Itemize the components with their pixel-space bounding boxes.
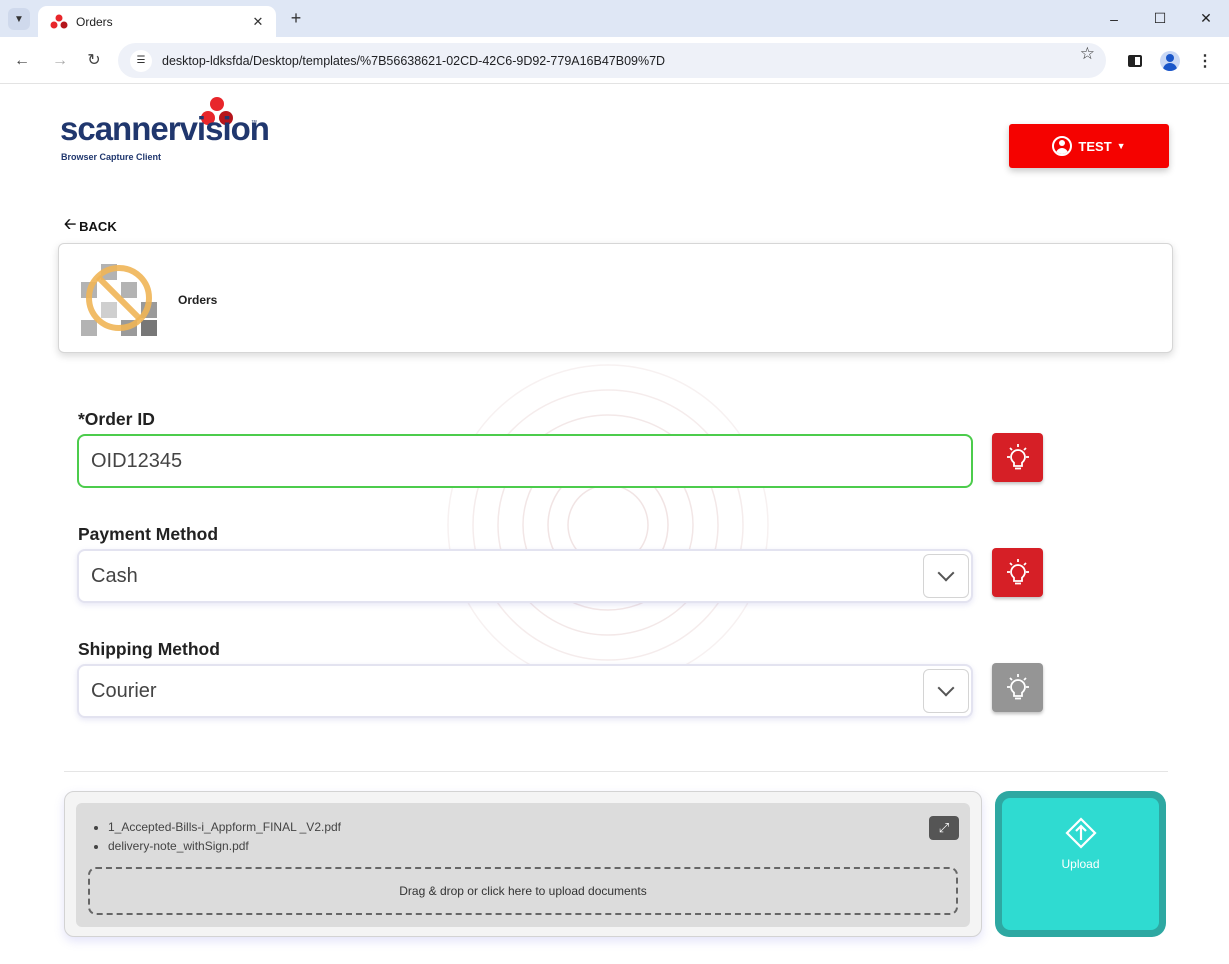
payment-method-hint-button[interactable] bbox=[992, 548, 1043, 597]
shipping-method-select[interactable]: Courier bbox=[77, 664, 973, 718]
forward-arrow-icon[interactable]: → bbox=[48, 49, 72, 73]
side-panel-icon[interactable] bbox=[1125, 51, 1145, 71]
back-arrow-icon[interactable]: ← bbox=[10, 49, 34, 73]
order-id-label: *Order ID bbox=[78, 409, 155, 429]
logo-trademark: ™ bbox=[251, 120, 257, 126]
browser-tab-strip: ▼ Orders ✕ + – ☐ ✕ bbox=[0, 0, 1229, 37]
site-info-icon[interactable]: ☰ bbox=[130, 49, 152, 72]
order-id-value: OID12345 bbox=[91, 449, 183, 472]
scannervision-favicon-icon bbox=[50, 14, 68, 28]
tab-search-button[interactable]: ▼ bbox=[8, 8, 30, 30]
minimize-button[interactable]: – bbox=[1091, 0, 1137, 37]
browser-tab[interactable]: Orders ✕ bbox=[38, 6, 276, 37]
new-tab-button[interactable]: + bbox=[285, 8, 307, 30]
document-type-title: Orders bbox=[178, 293, 218, 307]
url-text: desktop-ldksfda/Desktop/templates/%7B566… bbox=[162, 53, 666, 68]
address-bar[interactable]: ☰ desktop-ldksfda/Desktop/templates/%7B5… bbox=[118, 43, 1106, 78]
tab-title: Orders bbox=[76, 14, 113, 29]
uploaded-file-item[interactable]: delivery-note_withSign.pdf bbox=[108, 837, 341, 856]
back-link-label: BACK bbox=[79, 219, 117, 234]
upload-button[interactable]: Upload bbox=[995, 791, 1166, 937]
logo-text: scannervision bbox=[60, 110, 270, 147]
chevron-down-icon bbox=[937, 679, 955, 697]
scannervision-logo: scannervision ™ Browser Capture Client bbox=[60, 96, 280, 168]
tab-close-icon[interactable]: ✕ bbox=[250, 14, 266, 30]
shipping-method-value: Courier bbox=[91, 679, 157, 702]
arrow-left-icon: 🡠 bbox=[64, 216, 77, 233]
close-window-button[interactable]: ✕ bbox=[1183, 0, 1229, 37]
drop-zone-text: Drag & drop or click here to upload docu… bbox=[399, 884, 647, 898]
window-controls: – ☐ ✕ bbox=[1091, 0, 1229, 37]
upload-diamond-icon bbox=[1065, 817, 1097, 849]
drop-zone[interactable]: Drag & drop or click here to upload docu… bbox=[88, 867, 958, 915]
user-menu-label: TEST bbox=[1078, 138, 1112, 154]
uploaded-files-area: 1_Accepted-Bills-i_Appform_FINAL _V2.pdf… bbox=[76, 803, 970, 927]
upload-button-label: Upload bbox=[1061, 857, 1100, 871]
uploaded-file-list: 1_Accepted-Bills-i_Appform_FINAL _V2.pdf… bbox=[108, 818, 341, 856]
profile-icon[interactable] bbox=[1160, 51, 1180, 71]
browser-toolbar: ← → ↻ ☰ desktop-ldksfda/Desktop/template… bbox=[0, 37, 1229, 84]
upload-button-face: Upload bbox=[1002, 798, 1159, 930]
maximize-button[interactable]: ☐ bbox=[1137, 0, 1183, 37]
payment-method-dropdown-button[interactable] bbox=[923, 554, 969, 598]
order-id-hint-button[interactable] bbox=[992, 433, 1043, 482]
no-preview-icon bbox=[81, 264, 157, 336]
bookmark-star-icon[interactable]: ☆ bbox=[1080, 44, 1095, 64]
payment-method-value: Cash bbox=[91, 564, 138, 587]
upload-panel: 1_Accepted-Bills-i_Appform_FINAL _V2.pdf… bbox=[64, 791, 982, 937]
lightbulb-icon bbox=[1006, 443, 1029, 469]
payment-method-label: Payment Method bbox=[78, 524, 219, 544]
user-menu-button[interactable]: TEST ▼ bbox=[1009, 124, 1169, 168]
shipping-method-label: Shipping Method bbox=[78, 639, 220, 659]
document-type-card: Orders bbox=[58, 243, 1173, 353]
expand-icon[interactable]: ⤢ bbox=[929, 816, 959, 840]
lightbulb-icon bbox=[1006, 673, 1029, 699]
reload-icon[interactable]: ↻ bbox=[82, 49, 106, 73]
back-link[interactable]: 🡠 BACK bbox=[64, 214, 117, 239]
caret-down-icon: ▼ bbox=[1116, 141, 1126, 151]
order-id-input[interactable]: OID12345 bbox=[77, 434, 973, 488]
payment-method-select[interactable]: Cash bbox=[77, 549, 973, 603]
lightbulb-icon bbox=[1006, 558, 1029, 584]
uploaded-file-item[interactable]: 1_Accepted-Bills-i_Appform_FINAL _V2.pdf bbox=[108, 818, 341, 837]
browser-menu-icon[interactable]: ⋮ bbox=[1195, 51, 1215, 71]
background-ripple-graphic bbox=[447, 364, 769, 686]
chevron-down-icon: ▼ bbox=[14, 13, 24, 25]
user-avatar-icon bbox=[1052, 136, 1073, 156]
logo-subtitle: Browser Capture Client bbox=[61, 152, 162, 162]
shipping-method-hint-button[interactable] bbox=[992, 663, 1043, 712]
section-divider bbox=[64, 771, 1168, 772]
chevron-down-icon bbox=[937, 564, 955, 582]
shipping-method-dropdown-button[interactable] bbox=[923, 669, 969, 713]
